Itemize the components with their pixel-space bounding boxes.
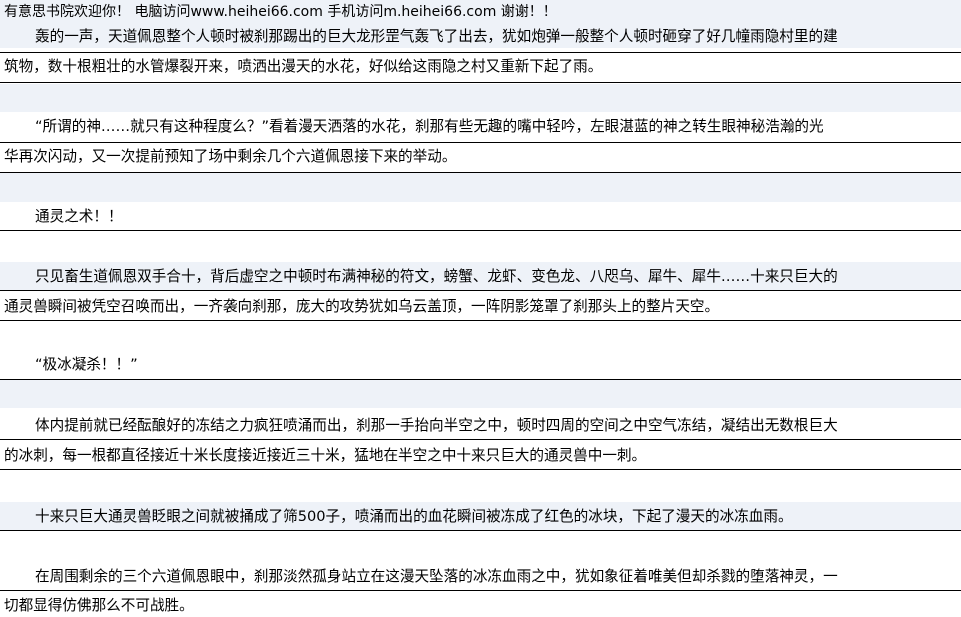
text-line: “所谓的神……就只有这种程度么？”看着漫天洒落的水花，刹那有些无趣的嘴中轻吟，左… (35, 118, 824, 135)
text-line: 在周围剩余的三个六道佩恩眼中，刹那淡然孤身站立在这漫天坠落的冰冻血雨之中，犹如象… (35, 568, 838, 585)
text-line: 通灵之术！！ (35, 208, 123, 225)
text-line: 的冰刺，每一根都直径接近十米长度接近接近三十米，猛地在半空之中十来只巨大的通灵兽… (4, 447, 647, 464)
text-underline (0, 379, 961, 380)
text-underline (0, 290, 961, 291)
text-underline (0, 82, 961, 83)
line-band (0, 84, 961, 112)
text-line: 切都显得仿佛那么不可战胜。 (4, 597, 194, 614)
text-underline (0, 469, 961, 470)
text-underline (0, 530, 961, 531)
text-underline (0, 230, 961, 231)
reading-page: 有意思书院欢迎你！ 电脑访问www.heihei66.com 手机访问m.hei… (0, 0, 961, 617)
text-line: 筑物，数十根粗壮的水管爆裂开来，喷洒出漫天的水花，好似给这雨隐之村又重新下起了雨… (4, 58, 603, 75)
text-line: “极冰凝杀！！” (35, 356, 138, 373)
text-line: 华再次闪动，又一次提前预知了场中剩余几个六道佩恩接下来的举动。 (4, 148, 457, 165)
text-line: 体内提前就已经酝酿好的冻结之力疯狂喷涌而出，刹那一手抬向半空之中，顿时四周的空间… (35, 417, 838, 434)
text-line: 十来只巨大通灵兽眨眼之间就被捅成了筛500子，喷涌而出的血花瞬间被冻成了红色的冰… (35, 508, 793, 525)
text-line: 通灵兽瞬间被凭空召唤而出，一齐袭向刹那，庞大的攻势犹如乌云盖顶，一阵阴影笼罩了刹… (4, 298, 720, 315)
text-line: 只见畜生道佩恩双手合十，背后虚空之中顿时布满神秘的符文，螃蟹、龙虾、变色龙、八咫… (35, 268, 838, 285)
line-band (0, 380, 961, 408)
text-line: 轰的一声，天道佩恩整个人顿时被刹那踢出的巨大龙形罡气轰飞了出去，犹如炮弹一般整个… (35, 28, 838, 45)
line-band (0, 172, 961, 202)
text-underline (0, 320, 961, 321)
text-underline (0, 439, 961, 440)
text-underline (0, 172, 961, 173)
site-welcome-banner: 有意思书院欢迎你！ 电脑访问www.heihei66.com 手机访问m.hei… (0, 0, 961, 24)
